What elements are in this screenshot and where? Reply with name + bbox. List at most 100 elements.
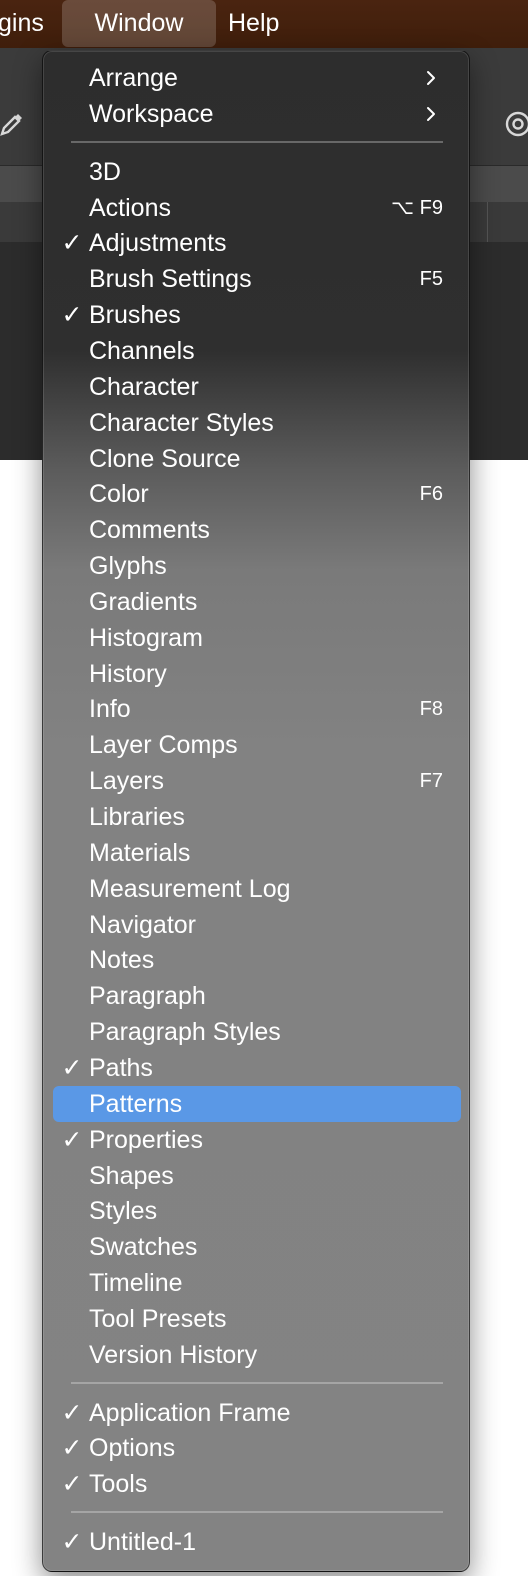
menu-item-comments[interactable]: Comments [53, 512, 461, 548]
menu-item-gradients[interactable]: Gradients [53, 584, 461, 620]
menu-item-label: Application Frame [89, 1398, 291, 1427]
keyboard-shortcut: F5 [419, 268, 443, 291]
menu-item-application-frame[interactable]: ✓ Application Frame [53, 1395, 461, 1431]
app-menubar: gins Window Help [0, 0, 528, 48]
menu-item-libraries[interactable]: Libraries [53, 799, 461, 835]
menu-item-navigator[interactable]: Navigator [53, 907, 461, 943]
menu-item-tool-presets[interactable]: Tool Presets [53, 1301, 461, 1337]
menu-item-label: History [89, 659, 167, 688]
menu-item-label: Gradients [89, 587, 198, 616]
menu-item-paragraph[interactable]: Paragraph [53, 978, 461, 1014]
menu-item-label: Brush Settings [89, 265, 252, 294]
menu-item-label: Untitled-1 [89, 1528, 196, 1557]
menu-item-label: Layers [89, 767, 165, 796]
checkmark-icon: ✓ [61, 1528, 83, 1557]
menu-item-label: Brushes [89, 301, 181, 330]
menu-item-untitled-1[interactable]: ✓ Untitled-1 [53, 1524, 461, 1560]
chevron-right-icon [423, 106, 439, 122]
menu-item-3d[interactable]: 3D [53, 154, 461, 190]
menu-item-options[interactable]: ✓ Options [53, 1430, 461, 1466]
menu-item-actions[interactable]: Actions ⌥ F9 [53, 190, 461, 226]
menu-item-brush-settings[interactable]: Brush Settings F5 [53, 261, 461, 297]
checkmark-icon: ✓ [61, 1470, 83, 1499]
menu-item-histogram[interactable]: Histogram [53, 620, 461, 656]
checkmark-icon: ✓ [61, 1434, 83, 1463]
menu-item-brushes[interactable]: ✓ Brushes [53, 297, 461, 333]
menu-item-character[interactable]: Character [53, 369, 461, 405]
menu-item-label: Measurement Log [89, 874, 291, 903]
menu-item-label: Glyphs [89, 552, 167, 581]
menu-item-label: Character [89, 372, 199, 401]
menu-item-arrange[interactable]: Arrange [53, 60, 461, 96]
menu-item-label: Channels [89, 336, 195, 365]
menu-item-label: Libraries [89, 803, 185, 831]
chevron-right-icon [423, 70, 439, 86]
target-icon[interactable] [504, 110, 528, 138]
menu-item-properties[interactable]: ✓ Properties [53, 1122, 461, 1158]
keyboard-shortcut: F7 [419, 770, 443, 793]
menu-item-label: 3D [89, 157, 121, 186]
keyboard-shortcut: ⌥ F9 [391, 196, 443, 219]
menu-item-notes[interactable]: Notes [53, 942, 461, 978]
menu-separator [71, 1381, 443, 1384]
menubar-plugins[interactable]: gins [0, 0, 44, 48]
menu-item-label: Paragraph [89, 982, 206, 1011]
menu-item-label: Navigator [89, 910, 196, 939]
menu-item-label: Tool Presets [89, 1304, 227, 1333]
checkmark-icon: ✓ [61, 301, 83, 330]
menu-item-info[interactable]: Info F8 [53, 691, 461, 727]
menu-item-materials[interactable]: Materials [53, 835, 461, 871]
checkmark-icon: ✓ [61, 1053, 83, 1082]
menu-separator [71, 140, 443, 143]
menu-item-label: Layer Comps [89, 731, 238, 760]
menu-item-label: Styles [89, 1197, 158, 1226]
menu-item-layer-comps[interactable]: Layer Comps [53, 727, 461, 763]
menu-item-styles[interactable]: Styles [53, 1193, 461, 1229]
menu-item-glyphs[interactable]: Glyphs [53, 548, 461, 584]
menubar-help[interactable]: Help [228, 0, 279, 48]
eyedropper-icon[interactable] [0, 110, 26, 138]
menu-item-color[interactable]: Color F6 [53, 476, 461, 512]
menu-item-label: Clone Source [89, 444, 241, 473]
menu-item-label: Color [89, 480, 149, 509]
menu-item-label: Actions [89, 193, 171, 222]
menubar-window[interactable]: Window [62, 0, 216, 47]
menu-item-label: Tools [89, 1470, 148, 1499]
menu-item-tools[interactable]: ✓ Tools [53, 1466, 461, 1502]
menu-item-shapes[interactable]: Shapes [53, 1158, 461, 1194]
menu-item-label: Version History [89, 1340, 258, 1369]
menu-item-swatches[interactable]: Swatches [53, 1229, 461, 1265]
menu-item-label: Shapes [89, 1161, 174, 1190]
menu-item-clone-source[interactable]: Clone Source [53, 441, 461, 477]
menu-item-label: Paths [89, 1053, 153, 1082]
menu-item-label: Arrange [89, 64, 178, 92]
window-menu-dropdown: Arrange Workspace 3D Actions ⌥ F9 ✓ Adjustment… [42, 50, 470, 1572]
keyboard-shortcut: F8 [419, 698, 443, 721]
menu-item-label: Paragraph Styles [89, 1018, 281, 1047]
menu-item-label: Histogram [89, 623, 203, 652]
keyboard-shortcut: F6 [419, 483, 443, 506]
menu-item-paths[interactable]: ✓ Paths [53, 1050, 461, 1086]
menu-item-adjustments[interactable]: ✓ Adjustments [53, 225, 461, 261]
menu-item-label: Properties [89, 1125, 203, 1154]
menu-item-character-styles[interactable]: Character Styles [53, 405, 461, 441]
menu-item-label: Workspace [89, 99, 214, 128]
menu-item-label: Swatches [89, 1233, 198, 1262]
menu-item-label: Character Styles [89, 408, 274, 437]
menu-item-timeline[interactable]: Timeline [53, 1265, 461, 1301]
menu-item-label: Patterns [89, 1089, 183, 1118]
menu-separator [71, 1511, 443, 1514]
menu-item-history[interactable]: History [53, 656, 461, 692]
menu-item-label: Options [89, 1434, 176, 1463]
menu-item-label: Comments [89, 516, 210, 545]
menu-item-workspace[interactable]: Workspace [53, 96, 461, 132]
menu-item-version-history[interactable]: Version History [53, 1337, 461, 1373]
menu-item-channels[interactable]: Channels [53, 333, 461, 369]
checkmark-icon: ✓ [61, 1125, 83, 1154]
menu-item-patterns[interactable]: Patterns [53, 1085, 461, 1122]
menu-item-label: Info [89, 695, 131, 724]
menu-item-measurement-log[interactable]: Measurement Log [53, 871, 461, 907]
menu-item-paragraph-styles[interactable]: Paragraph Styles [53, 1014, 461, 1050]
menu-item-label: Notes [89, 946, 155, 975]
menu-item-layers[interactable]: Layers F7 [53, 763, 461, 799]
